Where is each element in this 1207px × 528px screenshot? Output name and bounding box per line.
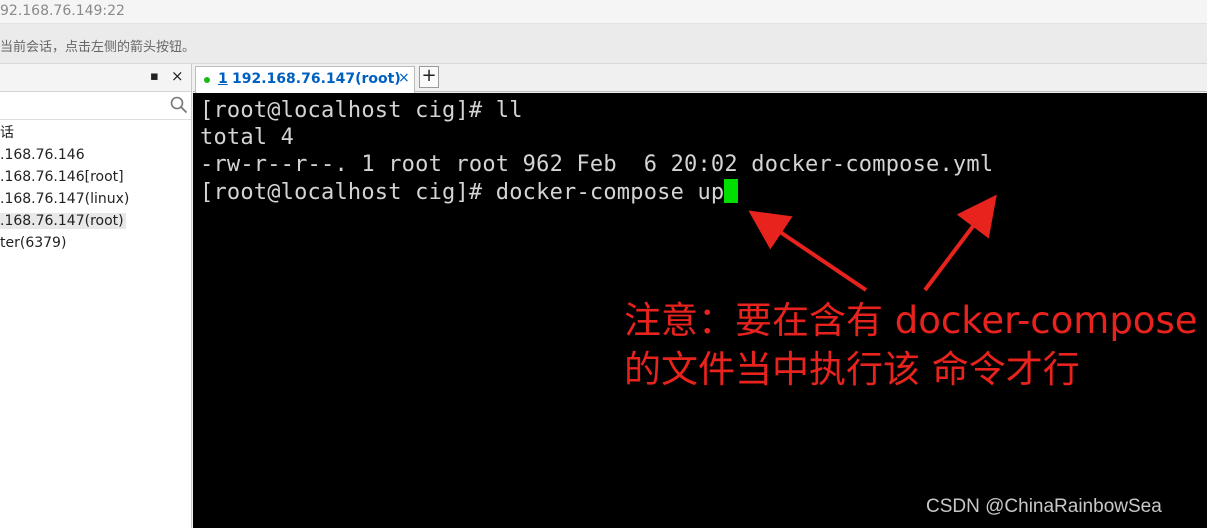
- session-item-label: .168.76.147(root): [0, 213, 126, 229]
- session-item-label: ter(6379): [0, 235, 67, 251]
- session-item-label: .168.76.146[root]: [0, 169, 124, 185]
- session-panel-header: ▪ ×: [0, 64, 191, 92]
- terminal-line: -rw-r--r--. 1 root root 962 Feb 6 20:02 …: [200, 152, 994, 177]
- terminal-cursor: [724, 179, 739, 203]
- info-bar: 当前会话，点击左侧的箭头按钮。: [0, 24, 1207, 64]
- terminal-line-prompt: [root@localhost cig]# docker-compose up: [200, 179, 739, 205]
- tab-bar: 1 192.168.76.147(root) × +: [193, 64, 1207, 93]
- session-search-input[interactable]: [0, 93, 170, 119]
- session-item-label: .168.76.146: [0, 147, 85, 163]
- info-text: 当前会话，点击左侧的箭头按钮。: [0, 40, 196, 55]
- terminal-line: total 4: [200, 125, 295, 150]
- search-icon[interactable]: [170, 96, 188, 114]
- session-tree: 话 .168.76.146 .168.76.146[root] .168.76.…: [0, 122, 191, 254]
- annotation-note-line1: 注意：要在含有 docker-compose: [624, 299, 1198, 342]
- pin-icon[interactable]: ▪: [150, 69, 159, 84]
- new-tab-button[interactable]: +: [419, 66, 439, 88]
- tab-index: 1: [218, 71, 228, 87]
- session-item[interactable]: 话: [0, 122, 191, 144]
- tab-session-active[interactable]: 1 192.168.76.147(root) ×: [195, 66, 415, 93]
- session-item[interactable]: .168.76.146[root]: [0, 166, 191, 188]
- session-item-label: 话: [0, 125, 14, 141]
- connection-status-icon: [204, 77, 210, 83]
- window-title: 92.168.76.149:22: [0, 3, 125, 19]
- watermark: CSDN @ChinaRainbowSea: [926, 496, 1162, 517]
- session-item[interactable]: .168.76.147(linux): [0, 188, 191, 210]
- close-icon[interactable]: ×: [398, 70, 410, 86]
- title-bar: 92.168.76.149:22: [0, 0, 1207, 24]
- session-item-selected[interactable]: .168.76.147(root): [0, 210, 191, 232]
- tab-label: 192.168.76.147(root): [232, 71, 401, 87]
- terminal-command: [root@localhost cig]# docker-compose up: [200, 180, 725, 205]
- session-item[interactable]: ter(6379): [0, 232, 191, 254]
- session-panel: ▪ × 话 .168.76.146 .168.76.146[root] .168…: [0, 64, 192, 528]
- session-item[interactable]: .168.76.146: [0, 144, 191, 166]
- panel-divider: [0, 119, 191, 120]
- close-icon[interactable]: ×: [171, 67, 184, 85]
- terminal-line: [root@localhost cig]# ll: [200, 98, 523, 123]
- annotation-note-line2: 的文件当中执行该 命令才行: [624, 348, 1080, 391]
- session-item-label: .168.76.147(linux): [0, 191, 130, 207]
